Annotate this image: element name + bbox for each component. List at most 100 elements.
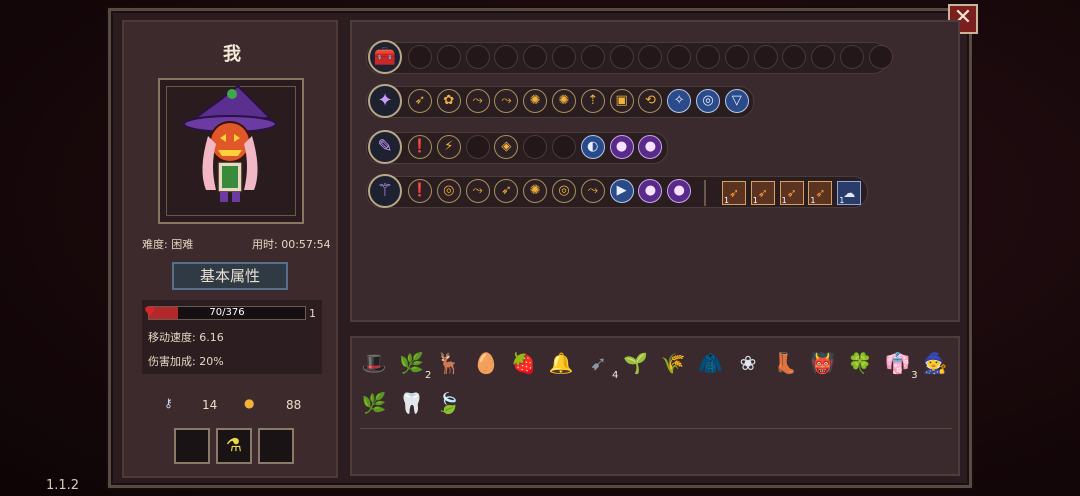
consumable-slot-3[interactable] (258, 428, 294, 464)
spell-card-icon[interactable]: ◎ (552, 179, 576, 203)
witch-character-avatar (183, 84, 277, 202)
empty-slot[interactable] (696, 45, 720, 69)
coin-count: 88 (286, 398, 302, 412)
spell-card-icon[interactable]: ◎ (436, 179, 461, 203)
card-count: 1 (810, 196, 816, 205)
fire-arrow-card-icon[interactable]: ➶ 1 (808, 181, 833, 205)
empty-slot[interactable] (868, 45, 893, 69)
sprout-item-icon[interactable]: 🌾 (659, 349, 687, 377)
item-glyph: 🌿 (398, 351, 424, 375)
item-glyph: 👘 (885, 351, 911, 375)
consumable-slot-1[interactable] (174, 428, 210, 464)
move-speed-stat: 移动速度: 6.16 (148, 331, 224, 344)
cloak-item-icon[interactable]: 🧥 (697, 349, 725, 377)
empty-slot[interactable] (552, 135, 576, 159)
magic-staff-icon[interactable]: ✦ (368, 84, 402, 118)
spell-card-icon[interactable]: ⤳ (465, 89, 490, 113)
item-glyph: ❀ (739, 351, 757, 375)
spell-card-icon[interactable]: ● (667, 179, 692, 203)
item-count: 4 (612, 370, 619, 381)
vine-item-icon[interactable]: 🍃 (435, 389, 463, 417)
spell-card-icon[interactable]: ❗ (408, 179, 432, 203)
spell-card-icon[interactable]: ✺ (552, 89, 576, 113)
item-glyph: 🎩 (361, 351, 387, 375)
boot-item-icon[interactable]: 👢 (771, 349, 799, 377)
rod-staff-icon[interactable]: ⚚ (368, 174, 402, 208)
card-count: 1 (752, 196, 758, 205)
spell-card-icon[interactable]: ⤳ (465, 179, 490, 203)
empty-slot[interactable] (436, 45, 461, 69)
spell-card-icon[interactable]: ▽ (724, 89, 749, 113)
empty-slot[interactable] (465, 45, 490, 69)
consumable-slot-2[interactable]: ⚗ (216, 428, 252, 464)
empty-slot[interactable] (840, 45, 864, 69)
empty-slot[interactable] (408, 45, 432, 69)
item-glyph: 🍃 (436, 391, 462, 415)
coin-icon: ● (244, 396, 255, 410)
bell-item-icon[interactable]: 🔔 (547, 349, 575, 377)
fire-arrow-card-icon[interactable]: ➶ 1 (750, 181, 775, 205)
crystal-wand-icon[interactable]: ✎ (368, 130, 402, 164)
witch-hat-item-icon[interactable]: 🧙 (921, 349, 949, 377)
item-glyph: 🦌 (436, 351, 462, 375)
storm-card-icon[interactable]: ☁ 1 (837, 181, 862, 205)
flower-item-icon[interactable]: ❀ (734, 349, 762, 377)
damage-bonus-stat: 伤害加成: 20% (148, 355, 224, 368)
empty-slot[interactable] (667, 45, 692, 69)
teeth-item-icon[interactable]: 🦷 (397, 389, 425, 417)
item-glyph: 🧙 (922, 351, 948, 375)
item-glyph: 🔔 (548, 351, 574, 375)
spell-card-icon[interactable]: ✿ (436, 89, 461, 113)
leaf-item-icon[interactable]: 🌱 (622, 349, 650, 377)
empty-slot[interactable] (724, 45, 749, 69)
spell-card-icon[interactable]: ⚡ (436, 135, 461, 159)
potion-icon: ⚗ (225, 435, 243, 456)
item-glyph: 🌿 (361, 391, 387, 415)
spell-card-icon[interactable]: ⤳ (580, 179, 605, 203)
spell-card-icon[interactable]: ▶ (609, 179, 634, 203)
spell-card-icon[interactable]: ✺ (523, 89, 548, 113)
egg-item-icon[interactable]: 🥚 (472, 349, 500, 377)
empty-slot[interactable] (580, 45, 605, 69)
empty-slot[interactable] (811, 45, 836, 69)
spell-card-icon[interactable]: ❗ (408, 135, 432, 159)
item-glyph: 👢 (772, 351, 798, 375)
robe-item-icon[interactable]: 👘 3 (884, 349, 917, 381)
fire-arrow-card-icon[interactable]: ➶ 1 (779, 181, 804, 205)
spell-card-icon[interactable]: ● (609, 135, 634, 159)
grass-item-icon[interactable]: 🌿 (360, 389, 388, 417)
items-divider (360, 428, 952, 429)
item-count: 2 (425, 370, 432, 381)
spell-card-icon[interactable]: ◎ (696, 89, 720, 113)
spell-card-icon[interactable]: ✧ (667, 89, 692, 113)
empty-slot[interactable] (465, 135, 490, 159)
empty-slot[interactable] (552, 45, 576, 69)
empty-slot[interactable] (523, 135, 548, 159)
fire-arrow-card-icon[interactable]: ➶ 1 (722, 181, 746, 205)
spell-card-icon[interactable]: ✺ (523, 179, 548, 203)
treasure-chest-icon[interactable]: 🧰 (368, 40, 402, 74)
hp-extra-count: 1 (309, 307, 316, 320)
spell-card-icon[interactable]: ▣ (609, 89, 634, 113)
elapsed-time-label: 用时: 00:57:54 (252, 238, 331, 251)
item-glyph: 🧥 (698, 351, 724, 375)
spell-card-icon[interactable]: ➶ (408, 89, 432, 113)
key-count: 14 (202, 398, 218, 412)
character-portrait (158, 78, 304, 224)
demon-item-icon[interactable]: 👹 (809, 349, 837, 377)
hat-item-icon[interactable]: 🎩 (360, 349, 388, 377)
empty-slot[interactable] (753, 45, 778, 69)
player-name: 我 (223, 44, 241, 65)
empty-slot[interactable] (609, 45, 634, 69)
basic-stats-tab[interactable]: 基本属性 (172, 262, 288, 290)
spell-card-icon[interactable]: ⇡ (580, 89, 605, 113)
card-count: 1 (781, 196, 787, 205)
arrow-item-icon[interactable]: ➹ 4 (584, 349, 618, 381)
branch-item-icon[interactable]: 🌿 2 (397, 349, 431, 381)
spell-card-icon[interactable]: ◐ (580, 135, 605, 159)
antler-item-icon[interactable]: 🦌 (435, 349, 463, 377)
empty-slot[interactable] (523, 45, 548, 69)
potion-item-icon[interactable]: 🍓 (510, 349, 538, 377)
clover-item-icon[interactable]: 🍀 (846, 349, 874, 377)
item-glyph: 🍀 (847, 351, 873, 375)
